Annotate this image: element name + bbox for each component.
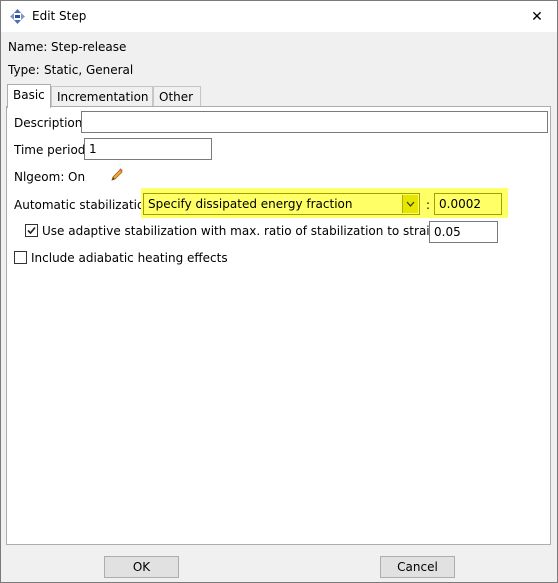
close-icon: ✕ bbox=[531, 8, 543, 25]
chevron-down-icon[interactable] bbox=[402, 195, 418, 213]
stabilization-value-field[interactable]: 0.0002 bbox=[434, 193, 502, 215]
ok-button[interactable]: OK bbox=[104, 556, 179, 578]
window-title: Edit Step bbox=[32, 9, 87, 23]
tab-incrementation[interactable]: Incrementation bbox=[51, 86, 153, 107]
adiabatic-checkbox[interactable] bbox=[14, 251, 27, 264]
adaptive-ratio-field[interactable]: 0.05 bbox=[429, 221, 498, 243]
stabilization-select[interactable]: Specify dissipated energy fraction bbox=[143, 193, 420, 215]
edit-step-dialog: Edit Step ✕ Name: Step-release Type: Sta… bbox=[0, 0, 558, 583]
close-button[interactable]: ✕ bbox=[517, 1, 557, 32]
tab-other[interactable]: Other bbox=[153, 86, 201, 107]
edit-pencil-icon[interactable] bbox=[109, 167, 125, 183]
nlgeom-label: Nlgeom: bbox=[14, 170, 65, 184]
description-field[interactable] bbox=[81, 111, 548, 133]
time-period-field[interactable]: 1 bbox=[84, 138, 212, 160]
name-label: Name: bbox=[8, 40, 48, 54]
cancel-button[interactable]: Cancel bbox=[380, 556, 455, 578]
tab-basic[interactable]: Basic bbox=[7, 84, 51, 108]
type-label: Type: bbox=[8, 63, 40, 77]
description-label: Description: bbox=[14, 116, 87, 130]
adiabatic-label: Include adiabatic heating effects bbox=[31, 251, 228, 265]
stabilization-selected: Specify dissipated energy fraction bbox=[148, 197, 353, 211]
stabilization-label: Automatic stabilization: bbox=[14, 198, 156, 212]
app-icon bbox=[9, 8, 26, 25]
adaptive-label: Use adaptive stabilization with max. rat… bbox=[42, 224, 487, 238]
time-period-label: Time period: bbox=[14, 143, 90, 157]
type-value: Static, General bbox=[44, 63, 134, 77]
name-value: Step-release bbox=[51, 40, 127, 54]
nlgeom-value: On bbox=[68, 170, 86, 184]
adaptive-checkbox[interactable] bbox=[25, 224, 38, 237]
stabilization-separator: : bbox=[426, 198, 431, 212]
basic-panel bbox=[6, 106, 551, 545]
title-bar: Edit Step ✕ bbox=[1, 1, 557, 32]
